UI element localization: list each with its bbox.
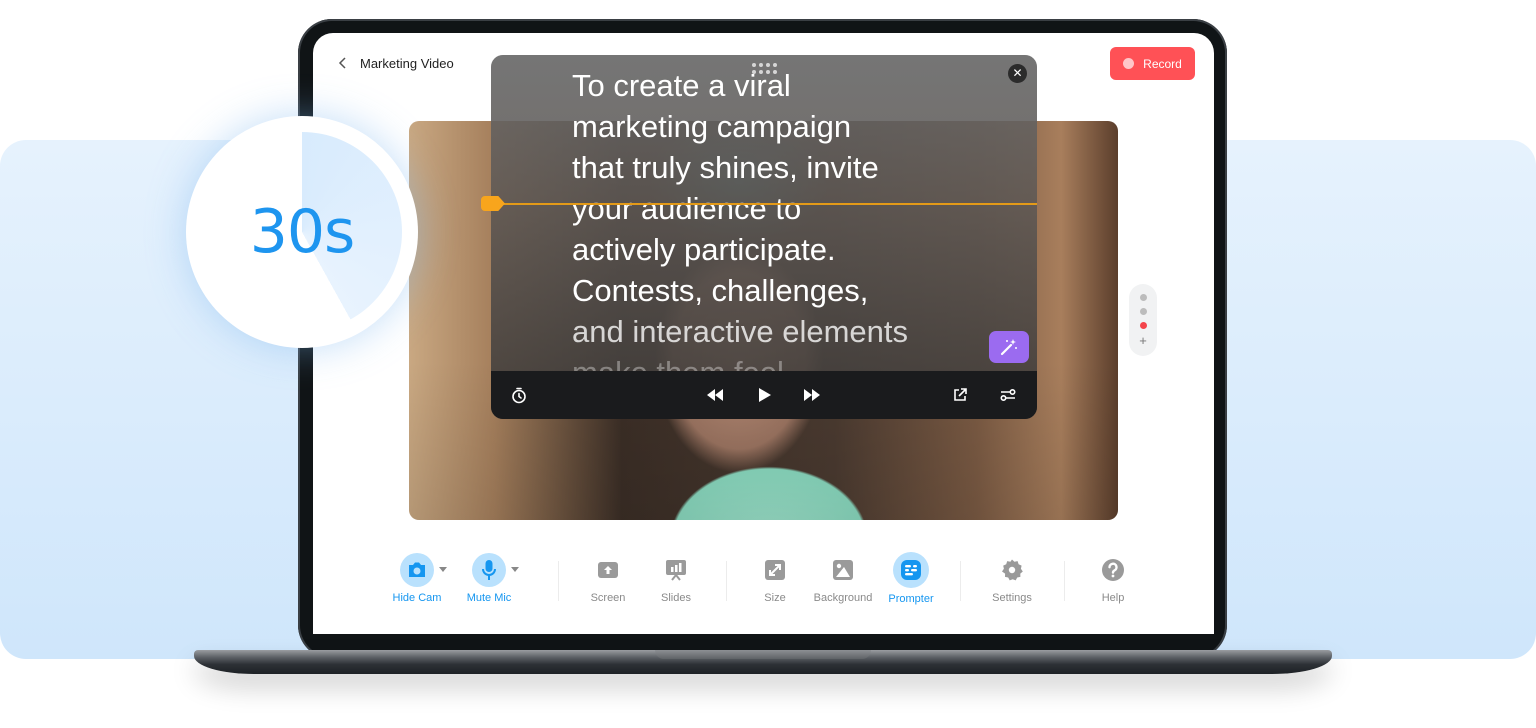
rewind-icon xyxy=(707,389,723,401)
scene-dot[interactable] xyxy=(1139,294,1147,301)
close-prompter-button[interactable]: ✕ xyxy=(1008,64,1027,83)
cam-options-dropdown[interactable] xyxy=(439,567,447,572)
page-title: Marketing Video xyxy=(360,56,454,71)
settings-button[interactable]: Settings xyxy=(972,553,1052,604)
divider xyxy=(960,561,961,601)
script-line: marketing campaign xyxy=(572,109,852,144)
settings-label: Settings xyxy=(992,592,1032,604)
play-button[interactable] xyxy=(755,385,775,405)
prompter-label: Prompter xyxy=(888,593,934,605)
divider xyxy=(726,561,727,601)
back-button[interactable] xyxy=(335,55,351,71)
fast-forward-button[interactable] xyxy=(802,385,822,405)
close-icon: ✕ xyxy=(1012,66,1023,80)
background-label: Background xyxy=(813,592,873,604)
scene-switcher: + xyxy=(1129,284,1157,356)
script-line: actively participate. xyxy=(572,232,836,267)
record-button[interactable]: Record xyxy=(1110,47,1195,80)
slides-label: Slides xyxy=(661,592,691,604)
screen-share-icon xyxy=(598,562,618,578)
prompter-controls xyxy=(491,371,1037,419)
drag-handle-icon[interactable] xyxy=(752,63,777,75)
timer-button[interactable] xyxy=(509,385,529,405)
countdown-timer: 30s xyxy=(186,116,418,348)
play-icon xyxy=(759,388,771,402)
reading-guide-line xyxy=(491,203,1037,205)
help-button[interactable]: Help xyxy=(1073,553,1153,604)
timer-icon xyxy=(512,387,526,403)
hide-cam-label: Hide Cam xyxy=(392,592,442,604)
slides-icon xyxy=(666,560,686,581)
camera-icon xyxy=(409,562,425,577)
script-line: your audience to xyxy=(572,191,802,226)
magic-wand-icon xyxy=(1000,339,1017,356)
size-label: Size xyxy=(764,592,786,604)
scene-dot-active[interactable] xyxy=(1139,322,1147,329)
external-link-icon xyxy=(954,388,967,401)
bottom-toolbar: Hide Cam Mute Mic Screen Slides Size Bac… xyxy=(313,552,1214,613)
slides-button[interactable]: Slides xyxy=(636,553,716,604)
screen-label: Screen xyxy=(590,592,626,604)
laptop-notch xyxy=(655,650,871,659)
fast-forward-icon xyxy=(804,389,820,401)
mic-options-dropdown[interactable] xyxy=(511,567,519,572)
prompter-script: To create a viral marketing campaign tha… xyxy=(572,65,972,393)
add-scene-button[interactable]: + xyxy=(1139,334,1147,347)
prompter-settings-button[interactable] xyxy=(998,385,1018,405)
ai-rewrite-button[interactable] xyxy=(989,331,1029,363)
divider xyxy=(558,561,559,601)
script-line: and interactive elements xyxy=(572,314,909,349)
help-icon xyxy=(1102,559,1124,581)
gear-icon xyxy=(1002,559,1023,581)
script-line: Contests, challenges, xyxy=(572,273,869,308)
mute-mic-label: Mute Mic xyxy=(466,592,512,604)
sliders-icon xyxy=(1000,388,1016,402)
chevron-left-icon xyxy=(338,57,346,69)
image-icon xyxy=(833,560,853,580)
divider xyxy=(1064,561,1065,601)
countdown-label: 30s xyxy=(249,197,356,267)
help-label: Help xyxy=(1101,592,1125,604)
hide-cam-button[interactable]: Hide Cam xyxy=(377,553,457,604)
record-label: Record xyxy=(1143,56,1182,71)
prompter-panel: To create a viral marketing campaign tha… xyxy=(491,55,1037,419)
prompter-icon xyxy=(901,560,921,580)
mute-mic-button[interactable]: Mute Mic xyxy=(449,553,529,604)
scene-dot[interactable] xyxy=(1139,308,1147,315)
rewind-button[interactable] xyxy=(705,385,725,405)
script-line: that truly shines, invite xyxy=(572,150,879,185)
microphone-icon xyxy=(482,560,496,580)
record-icon xyxy=(1123,58,1135,69)
prompter-button[interactable]: Prompter xyxy=(871,552,951,605)
resize-icon xyxy=(765,560,785,580)
popout-button[interactable] xyxy=(950,385,970,405)
